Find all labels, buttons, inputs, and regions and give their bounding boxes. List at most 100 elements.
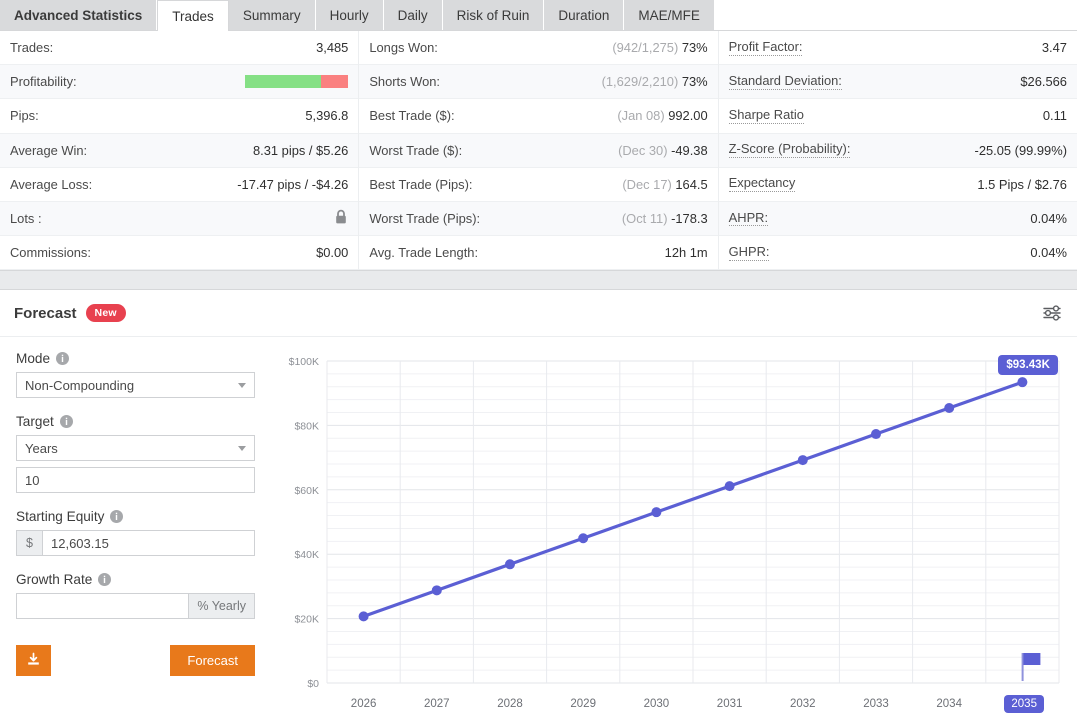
tab-duration[interactable]: Duration: [544, 0, 625, 30]
data-point[interactable]: [505, 559, 515, 570]
tab-trades[interactable]: Trades: [157, 0, 229, 31]
stat-value-main: 8.31 pips / $5.26: [253, 142, 349, 158]
tab-risk-of-ruin[interactable]: Risk of Ruin: [442, 0, 545, 30]
starting-equity-label-text: Starting Equity: [16, 509, 105, 524]
stat-row: Sharpe Ratio 0.11: [718, 99, 1077, 134]
stat-value: (Oct 11) -178.3: [622, 211, 708, 226]
y-axis-tick-label: $80K: [294, 420, 319, 432]
forecast-title: Forecast: [14, 304, 77, 322]
data-point[interactable]: [651, 507, 662, 518]
y-axis-tick-label: $0: [307, 678, 319, 690]
y-axis-tick-label: $100K: [289, 356, 319, 368]
stat-row: Profit Factor: 3.47: [718, 31, 1077, 66]
data-point[interactable]: [1017, 377, 1028, 388]
stat-value: 0.04%: [1030, 211, 1067, 226]
data-point[interactable]: [944, 402, 955, 413]
stats-column-2: Longs Won: (942/1,275) 73% Shorts Won: (1,6…: [358, 31, 718, 271]
stat-value-main: 164.5: [675, 176, 708, 192]
info-icon[interactable]: [110, 510, 124, 523]
stat-value: 3.47: [1042, 40, 1067, 55]
download-button[interactable]: [16, 645, 51, 676]
forecast-actions: Forecast: [16, 645, 255, 676]
stat-value-main: -25.05 (99.99%): [974, 142, 1067, 158]
stat-label[interactable]: Standard Deviation:: [728, 73, 842, 90]
data-point[interactable]: [358, 611, 369, 622]
starting-equity-input[interactable]: 12,603.15: [42, 530, 255, 556]
stat-row: Average Loss: -17.47 pips / -$4.26: [0, 167, 359, 202]
sliders-icon[interactable]: [1041, 302, 1063, 324]
stat-label[interactable]: Z-Score (Probability):: [728, 141, 851, 159]
y-axis-tick-label: $20K: [294, 614, 319, 626]
new-badge: New: [85, 304, 126, 322]
tab-daily[interactable]: Daily: [383, 0, 443, 30]
stat-label[interactable]: Expectancy: [728, 176, 796, 193]
stat-label[interactable]: Profit Factor:: [728, 39, 803, 56]
data-point[interactable]: [431, 585, 442, 596]
data-point[interactable]: [578, 533, 589, 544]
chevron-down-icon: [238, 382, 246, 388]
stat-label: Avg. Trade Length:: [369, 245, 479, 261]
x-axis-tick-label: 2028: [497, 698, 523, 710]
data-point[interactable]: [724, 481, 735, 492]
stats-column-1: Trades: 3,485 Profitability: Pips: 5,396.8 Av…: [0, 31, 359, 271]
starting-equity-label: Starting Equity: [16, 509, 266, 524]
stat-value-note: (942/1,275): [612, 40, 679, 56]
stat-value-main: -17.47 pips / -$4.26: [237, 176, 349, 192]
stat-row: Lots :: [0, 201, 359, 237]
mode-select[interactable]: Non-Compounding: [16, 372, 255, 398]
stat-value-main: 0.04%: [1030, 211, 1067, 227]
stat-value-main: 73%: [681, 74, 708, 90]
stat-value-main: 0.11: [1042, 108, 1067, 124]
stat-label[interactable]: AHPR:: [728, 210, 769, 227]
stat-value-note: (1,629/2,210): [601, 74, 679, 90]
growth-rate-input[interactable]: [16, 593, 190, 619]
tab-summary[interactable]: Summary: [228, 0, 316, 30]
forecast-chart-svg: $0 $20K $40K $60K $80K $100K 2026 2027 2028 2029 2…: [289, 356, 1060, 710]
stat-value: 12h 1m: [665, 245, 708, 260]
forecast-value-tooltip: $93.43K: [998, 355, 1058, 376]
stat-label: Longs Won:: [369, 40, 438, 56]
stat-row: Worst Trade ($): (Dec 30) -49.38: [359, 133, 718, 168]
info-icon[interactable]: [56, 352, 70, 365]
stat-row: Longs Won: (942/1,275) 73%: [359, 31, 718, 66]
stat-value-main: 3,485: [316, 40, 349, 56]
info-icon[interactable]: [59, 415, 73, 428]
mode-label-text: Mode: [16, 351, 51, 366]
stat-value-main: -178.3: [671, 211, 708, 227]
tab-mae-mfe[interactable]: MAE/MFE: [624, 0, 715, 30]
stat-row: Shorts Won: (1,629/2,210) 73%: [359, 65, 718, 100]
stat-label: Commissions:: [10, 245, 91, 261]
tab-advanced-statistics[interactable]: Advanced Statistics: [0, 0, 158, 30]
target-unit-value: Years: [25, 440, 58, 456]
info-icon[interactable]: [98, 573, 112, 586]
target-label: Target: [16, 414, 266, 429]
tab-hourly[interactable]: Hourly: [315, 0, 384, 30]
stat-value: (Dec 17) 164.5: [622, 177, 707, 192]
stat-label[interactable]: Sharpe Ratio: [728, 107, 804, 124]
starting-equity-group: $ 12,603.15: [16, 530, 255, 556]
stat-label: Average Loss:: [10, 176, 93, 192]
mode-value: Non-Compounding: [25, 377, 135, 393]
stat-row: GHPR: 0.04%: [718, 236, 1077, 271]
stat-row: Trades: 3,485: [0, 31, 359, 66]
currency-prefix: $: [16, 530, 42, 556]
stat-value-note: (Oct 11): [621, 211, 668, 227]
forecast-form: Mode Non-Compounding Target Years 10 Sta…: [0, 337, 282, 727]
stat-value: $0.00: [316, 245, 348, 260]
target-value-input[interactable]: 10: [16, 467, 255, 493]
highlight-year-label[interactable]: 2035: [1004, 695, 1044, 713]
x-axis-tick-label: 2027: [424, 698, 450, 710]
stat-label[interactable]: GHPR:: [728, 244, 770, 261]
forecast-button[interactable]: Forecast: [170, 645, 255, 676]
profitability-bar: [245, 75, 349, 89]
stat-value: (Jan 08) 992.00: [617, 108, 707, 123]
data-point[interactable]: [871, 429, 881, 440]
stat-value-note: (Jan 08): [617, 108, 665, 124]
stat-label: Average Win:: [10, 142, 88, 158]
target-unit-select[interactable]: Years: [16, 435, 255, 461]
data-point[interactable]: [797, 455, 808, 466]
stat-label: Profitability:: [10, 74, 77, 90]
stat-value: (942/1,275) 73%: [612, 40, 707, 55]
y-axis-tick-label: $40K: [294, 549, 319, 561]
stat-row: Worst Trade (Pips): (Oct 11) -178.3: [359, 201, 718, 237]
